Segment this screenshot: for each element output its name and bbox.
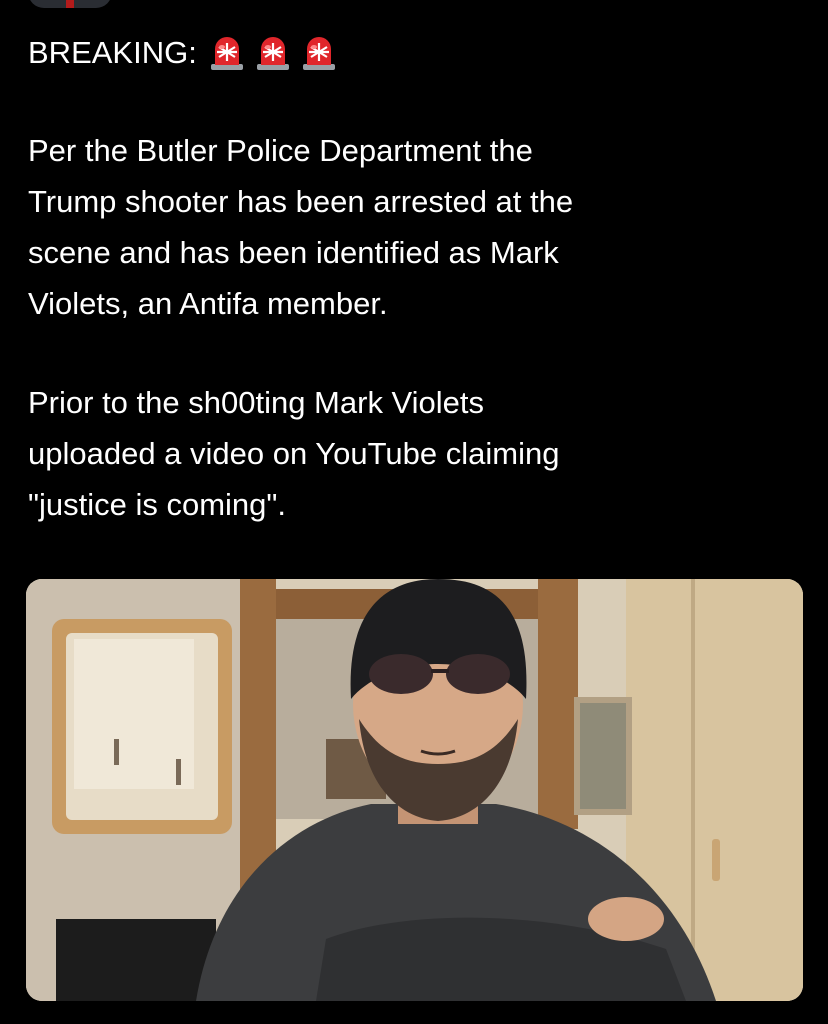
rotating-light-icon [299, 35, 339, 71]
partial-avatar[interactable] [28, 0, 112, 8]
tweet-paragraph-1: Per the Butler Police Department the Tru… [28, 133, 574, 321]
tweet-paragraph-2: Prior to the sh00ting Mark Violets uploa… [28, 385, 560, 522]
rotating-light-icon [253, 35, 293, 71]
attached-photo[interactable] [26, 579, 803, 1001]
tweet-text: BREAKING: Per the Butler Police Departme… [28, 30, 798, 530]
photo-illustration [26, 579, 803, 1001]
avatar-stripe [66, 0, 74, 8]
breaking-label: BREAKING: [28, 35, 197, 70]
rotating-light-icon [207, 35, 247, 71]
siren-emoji-group [207, 35, 339, 71]
breaking-line: BREAKING: [28, 30, 798, 76]
